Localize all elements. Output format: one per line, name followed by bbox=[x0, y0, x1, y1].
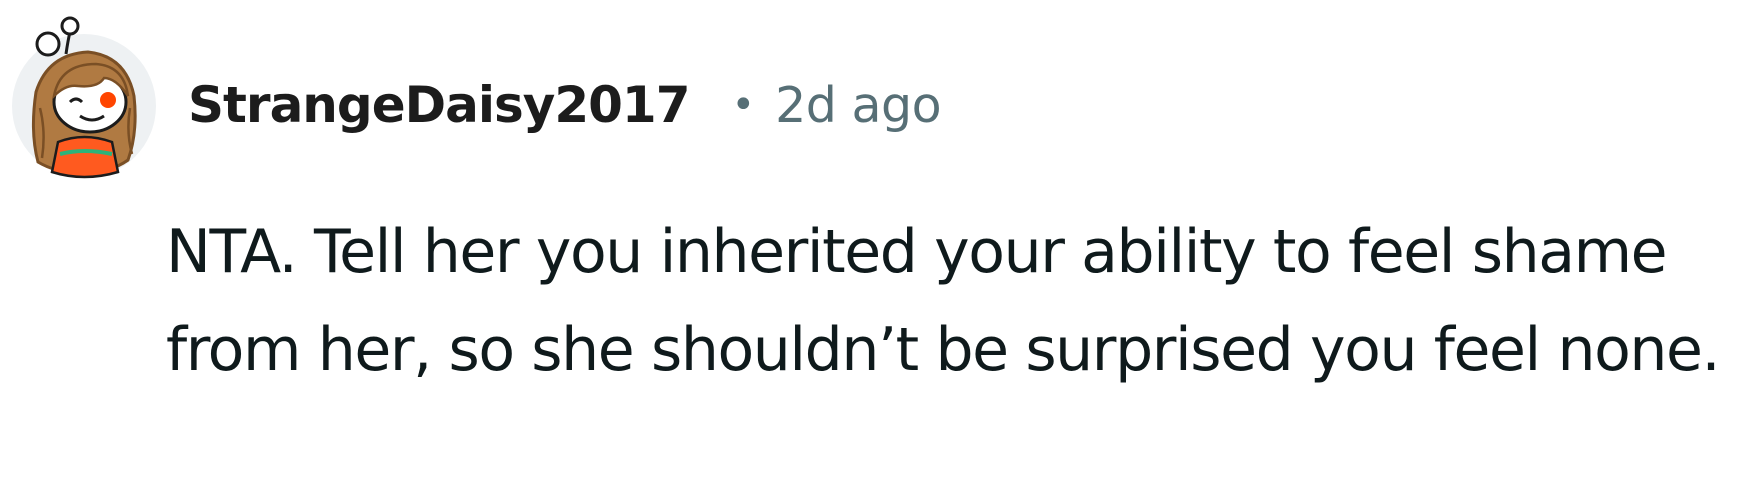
user-avatar[interactable] bbox=[8, 12, 160, 180]
comment-timestamp[interactable]: 2d ago bbox=[775, 77, 941, 134]
comment-body: NTA. Tell her you inherited your ability… bbox=[166, 217, 1721, 385]
meta-separator: • bbox=[731, 82, 756, 128]
comment: StrangeDaisy2017 • 2d ago NTA. Tell her … bbox=[0, 0, 1751, 497]
comment-header: StrangeDaisy2017 • 2d ago bbox=[188, 70, 942, 140]
snoo-avatar-icon bbox=[12, 16, 156, 179]
username-link[interactable]: StrangeDaisy2017 bbox=[188, 76, 691, 134]
